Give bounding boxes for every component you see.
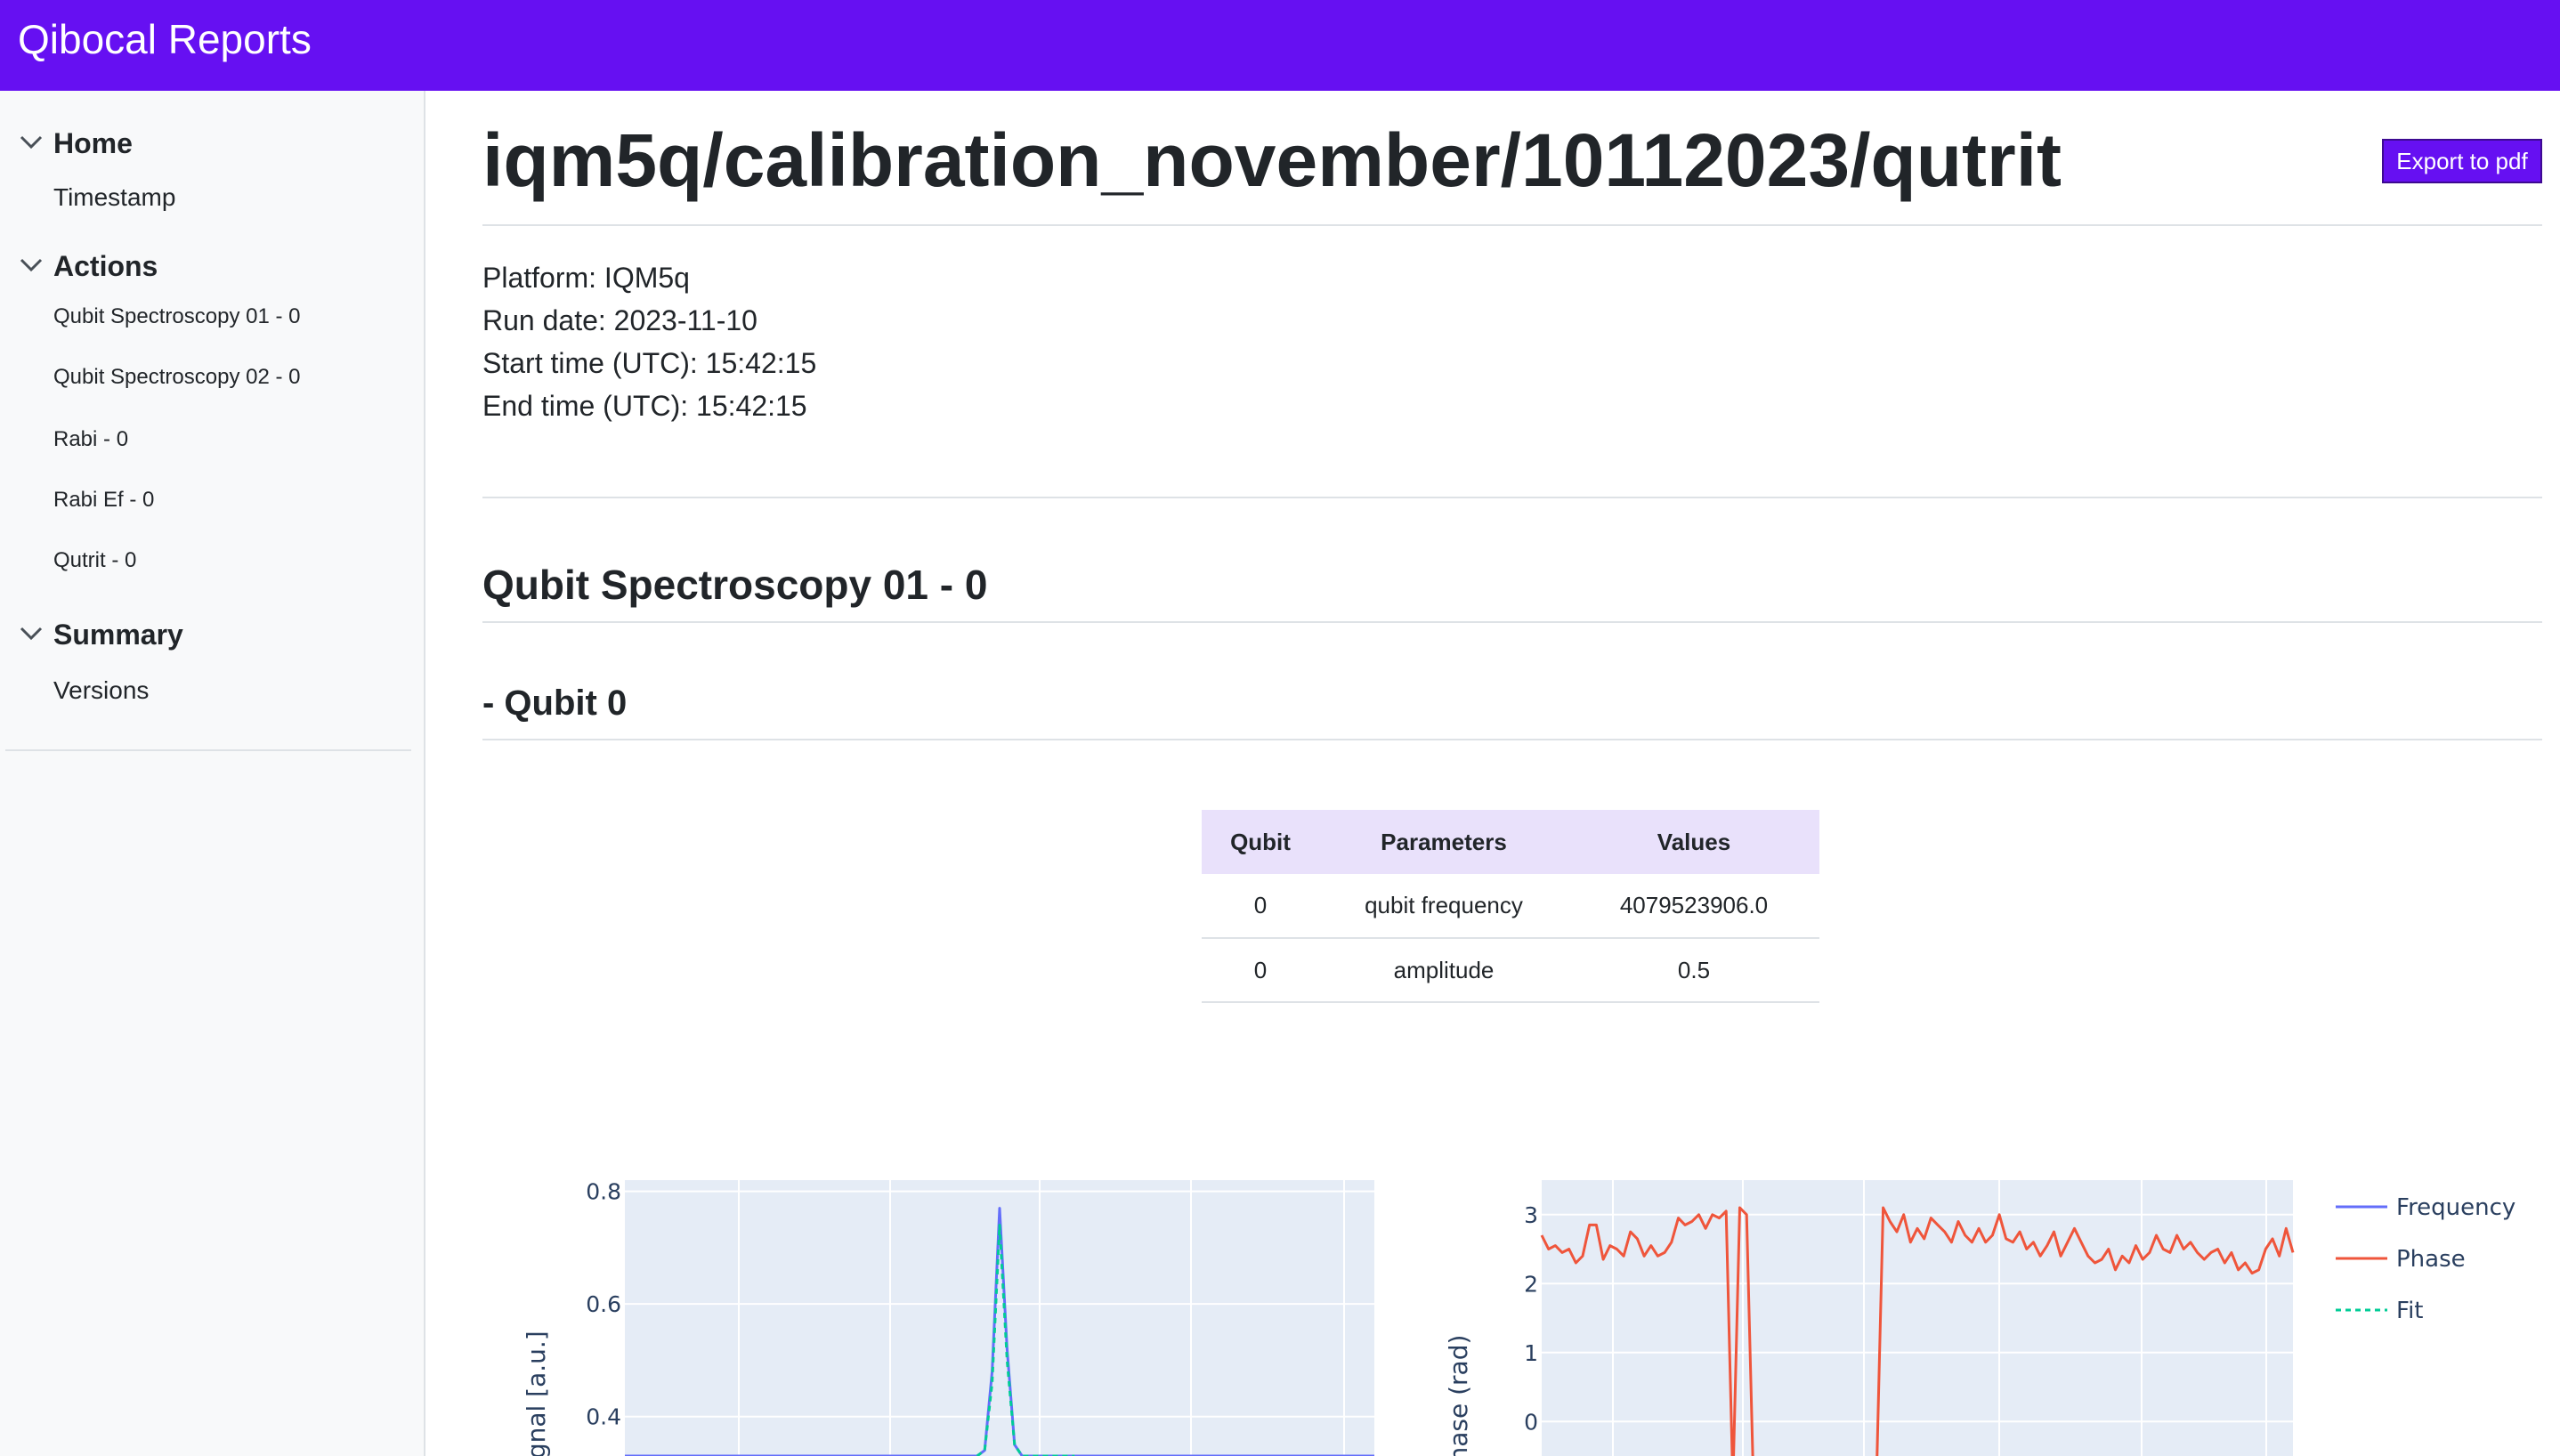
- plots-figure: 0.4 0.6 0.8 Signal [a.u.] 0 1 2 3 Phase (rad) Fre…: [522, 1179, 2515, 1456]
- chart-2: 0 1 2 3 Phase (rad): [1444, 1180, 2295, 1456]
- chart-legend: Frequency Phase Fit: [2336, 1194, 2515, 1324]
- y-tick-label: 0.6: [586, 1291, 621, 1317]
- legend-label: Frequency: [2396, 1194, 2515, 1221]
- y-tick-label: 0: [1524, 1409, 1538, 1435]
- legend-label: Phase: [2396, 1246, 2466, 1273]
- legend-label: Fit: [2396, 1298, 2423, 1324]
- y-tick-label: 0.8: [586, 1179, 621, 1205]
- y-tick-label: 2: [1524, 1271, 1538, 1297]
- y-axis-label: Signal [a.u.]: [522, 1331, 551, 1456]
- chart-1: 0.4 0.6 0.8 Signal [a.u.]: [522, 1179, 1374, 1456]
- plot-area: [1542, 1180, 2293, 1456]
- y-axis-label: Phase (rad): [1444, 1335, 1473, 1456]
- y-tick-label: 1: [1524, 1340, 1538, 1366]
- y-tick-label: 3: [1524, 1202, 1538, 1228]
- y-tick-label: 0.4: [586, 1404, 621, 1430]
